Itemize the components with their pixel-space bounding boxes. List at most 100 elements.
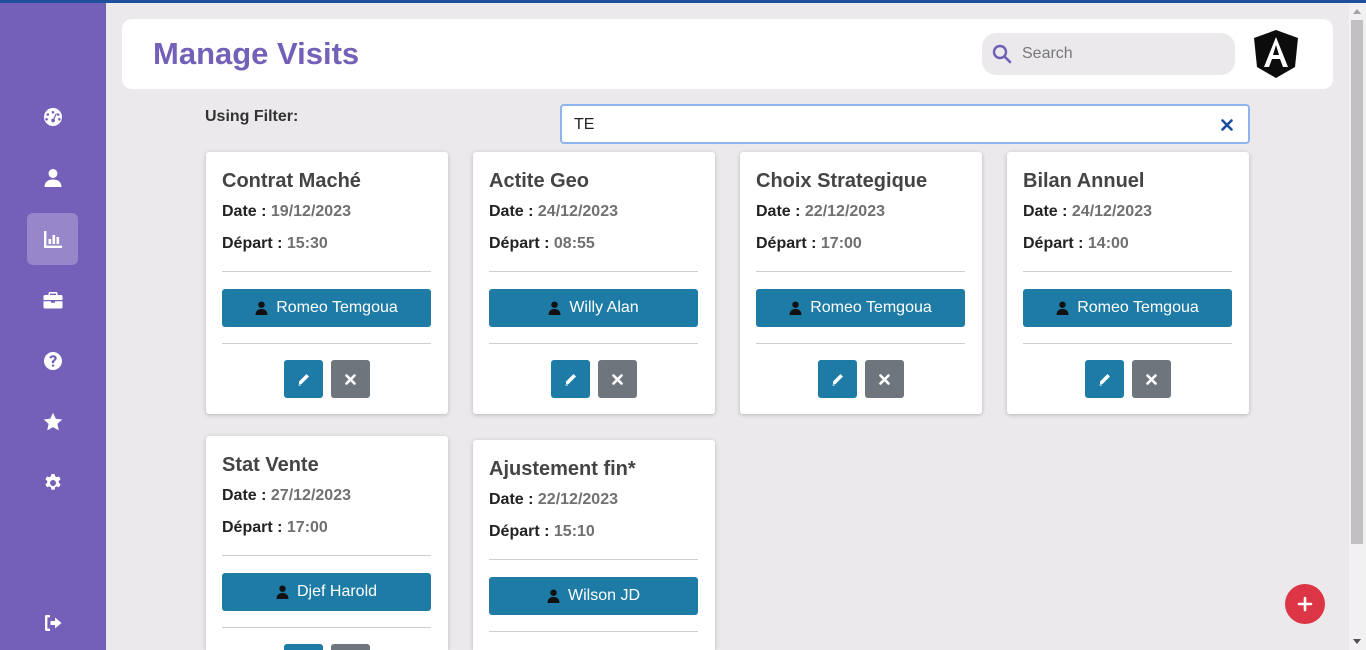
- delete-button[interactable]: [865, 360, 904, 398]
- depart-value: 17:00: [286, 519, 328, 536]
- pencil-icon: [832, 373, 843, 385]
- delete-button[interactable]: [1132, 360, 1171, 398]
- plus-icon: [1297, 596, 1313, 612]
- sidebar-item-help[interactable]: [27, 335, 78, 387]
- window-top-border: [0, 0, 1366, 3]
- filter-field[interactable]: [560, 104, 1250, 144]
- user-icon: [276, 585, 289, 599]
- date-value: 24/12/2023: [537, 203, 618, 220]
- date-label: Date :: [222, 487, 267, 504]
- assignee-button[interactable]: Willy Alan: [489, 289, 698, 327]
- scrollbar-thumb[interactable]: [1351, 20, 1363, 544]
- dashboard-icon: [43, 108, 62, 126]
- page-title: Manage Visits: [153, 36, 360, 71]
- visit-card: Bilan Annuel Date : 24/12/2023 Départ : …: [1007, 152, 1249, 414]
- close-icon: [1146, 373, 1157, 385]
- assignee-name: Romeo Temgoua: [276, 299, 398, 316]
- date-value: 22/12/2023: [537, 491, 618, 508]
- visit-date: Date : 24/12/2023: [1023, 203, 1152, 221]
- depart-value: 14:00: [1087, 235, 1129, 252]
- visit-depart: Départ : 15:30: [222, 235, 328, 253]
- user-icon: [547, 589, 560, 603]
- visit-date: Date : 27/12/2023: [222, 487, 351, 505]
- sidebar-item-reports[interactable]: [27, 213, 78, 265]
- sidebar-item-settings[interactable]: [27, 457, 78, 509]
- card-divider: [756, 343, 965, 344]
- date-value: 19/12/2023: [270, 203, 351, 220]
- assignee-button[interactable]: Djef Harold: [222, 573, 431, 611]
- filter-input[interactable]: [574, 114, 1194, 136]
- visit-depart: Départ : 15:10: [489, 523, 595, 541]
- logout-button[interactable]: [27, 597, 78, 649]
- visit-depart: Départ : 17:00: [222, 519, 328, 537]
- depart-label: Départ :: [222, 235, 283, 252]
- sidebar-item-dashboard[interactable]: [27, 91, 78, 143]
- visit-card: Stat Vente Date : 27/12/2023 Départ : 17…: [206, 436, 448, 650]
- date-value: 22/12/2023: [804, 203, 885, 220]
- pencil-icon: [565, 373, 576, 385]
- edit-button[interactable]: [551, 360, 590, 398]
- visit-date: Date : 22/12/2023: [489, 491, 618, 509]
- edit-button[interactable]: [818, 360, 857, 398]
- search-box[interactable]: [982, 33, 1235, 75]
- date-label: Date :: [222, 203, 267, 220]
- date-label: Date :: [489, 491, 534, 508]
- card-divider: [489, 631, 698, 632]
- close-icon: [879, 373, 890, 385]
- card-divider: [1023, 343, 1232, 344]
- add-visit-button[interactable]: [1285, 584, 1325, 624]
- date-label: Date :: [756, 203, 801, 220]
- user-icon: [548, 301, 561, 315]
- user-icon: [789, 301, 802, 315]
- sidebar: [0, 3, 106, 650]
- search-input[interactable]: [1022, 33, 1222, 75]
- visit-card: Choix Strategique Date : 22/12/2023 Dépa…: [740, 152, 982, 414]
- visit-depart: Départ : 14:00: [1023, 235, 1129, 253]
- scroll-down-arrow-icon[interactable]: [1353, 639, 1361, 644]
- assignee-button[interactable]: Wilson JD: [489, 577, 698, 615]
- edit-button[interactable]: [1085, 360, 1124, 398]
- assignee-button[interactable]: Romeo Temgoua: [1023, 289, 1232, 327]
- sidebar-item-missions[interactable]: [27, 274, 78, 326]
- delete-button[interactable]: [331, 644, 370, 650]
- visit-title: Ajustement fin*: [489, 458, 636, 480]
- assignee-name: Romeo Temgoua: [810, 299, 932, 316]
- date-label: Date :: [1023, 203, 1068, 220]
- card-divider: [222, 343, 431, 344]
- depart-label: Départ :: [1023, 235, 1084, 252]
- card-divider: [222, 555, 431, 556]
- visit-date: Date : 24/12/2023: [489, 203, 618, 221]
- assignee-button[interactable]: Romeo Temgoua: [222, 289, 431, 327]
- depart-label: Départ :: [756, 235, 817, 252]
- scrollbar[interactable]: [1349, 3, 1366, 650]
- pencil-icon: [1099, 373, 1110, 385]
- sidebar-item-users[interactable]: [27, 152, 78, 204]
- visit-card: Actite Geo Date : 24/12/2023 Départ : 08…: [473, 152, 715, 414]
- user-icon: [44, 169, 61, 187]
- sidebar-item-favorites[interactable]: [27, 396, 78, 448]
- visit-title: Bilan Annuel: [1023, 170, 1145, 192]
- delete-button[interactable]: [331, 360, 370, 398]
- card-divider: [489, 271, 698, 272]
- assignee-button[interactable]: Romeo Temgoua: [756, 289, 965, 327]
- visit-title: Actite Geo: [489, 170, 590, 192]
- close-icon: [345, 373, 356, 385]
- scroll-up-arrow-icon[interactable]: [1353, 9, 1361, 14]
- delete-button[interactable]: [598, 360, 637, 398]
- clear-filter-icon[interactable]: [1220, 118, 1234, 132]
- visit-title: Choix Strategique: [756, 170, 928, 192]
- star-icon: [43, 412, 62, 431]
- visit-title: Stat Vente: [222, 454, 319, 476]
- chart-icon: [43, 231, 62, 248]
- close-icon: [612, 373, 623, 385]
- assignee-name: Wilson JD: [567, 587, 640, 604]
- depart-value: 15:30: [286, 235, 328, 252]
- avatar[interactable]: [1252, 29, 1300, 79]
- pencil-icon: [298, 373, 309, 385]
- depart-label: Départ :: [222, 519, 283, 536]
- search-icon: [992, 44, 1012, 64]
- edit-button[interactable]: [284, 360, 323, 398]
- date-value: 27/12/2023: [270, 487, 351, 504]
- edit-button[interactable]: [284, 644, 323, 650]
- visit-depart: Départ : 17:00: [756, 235, 862, 253]
